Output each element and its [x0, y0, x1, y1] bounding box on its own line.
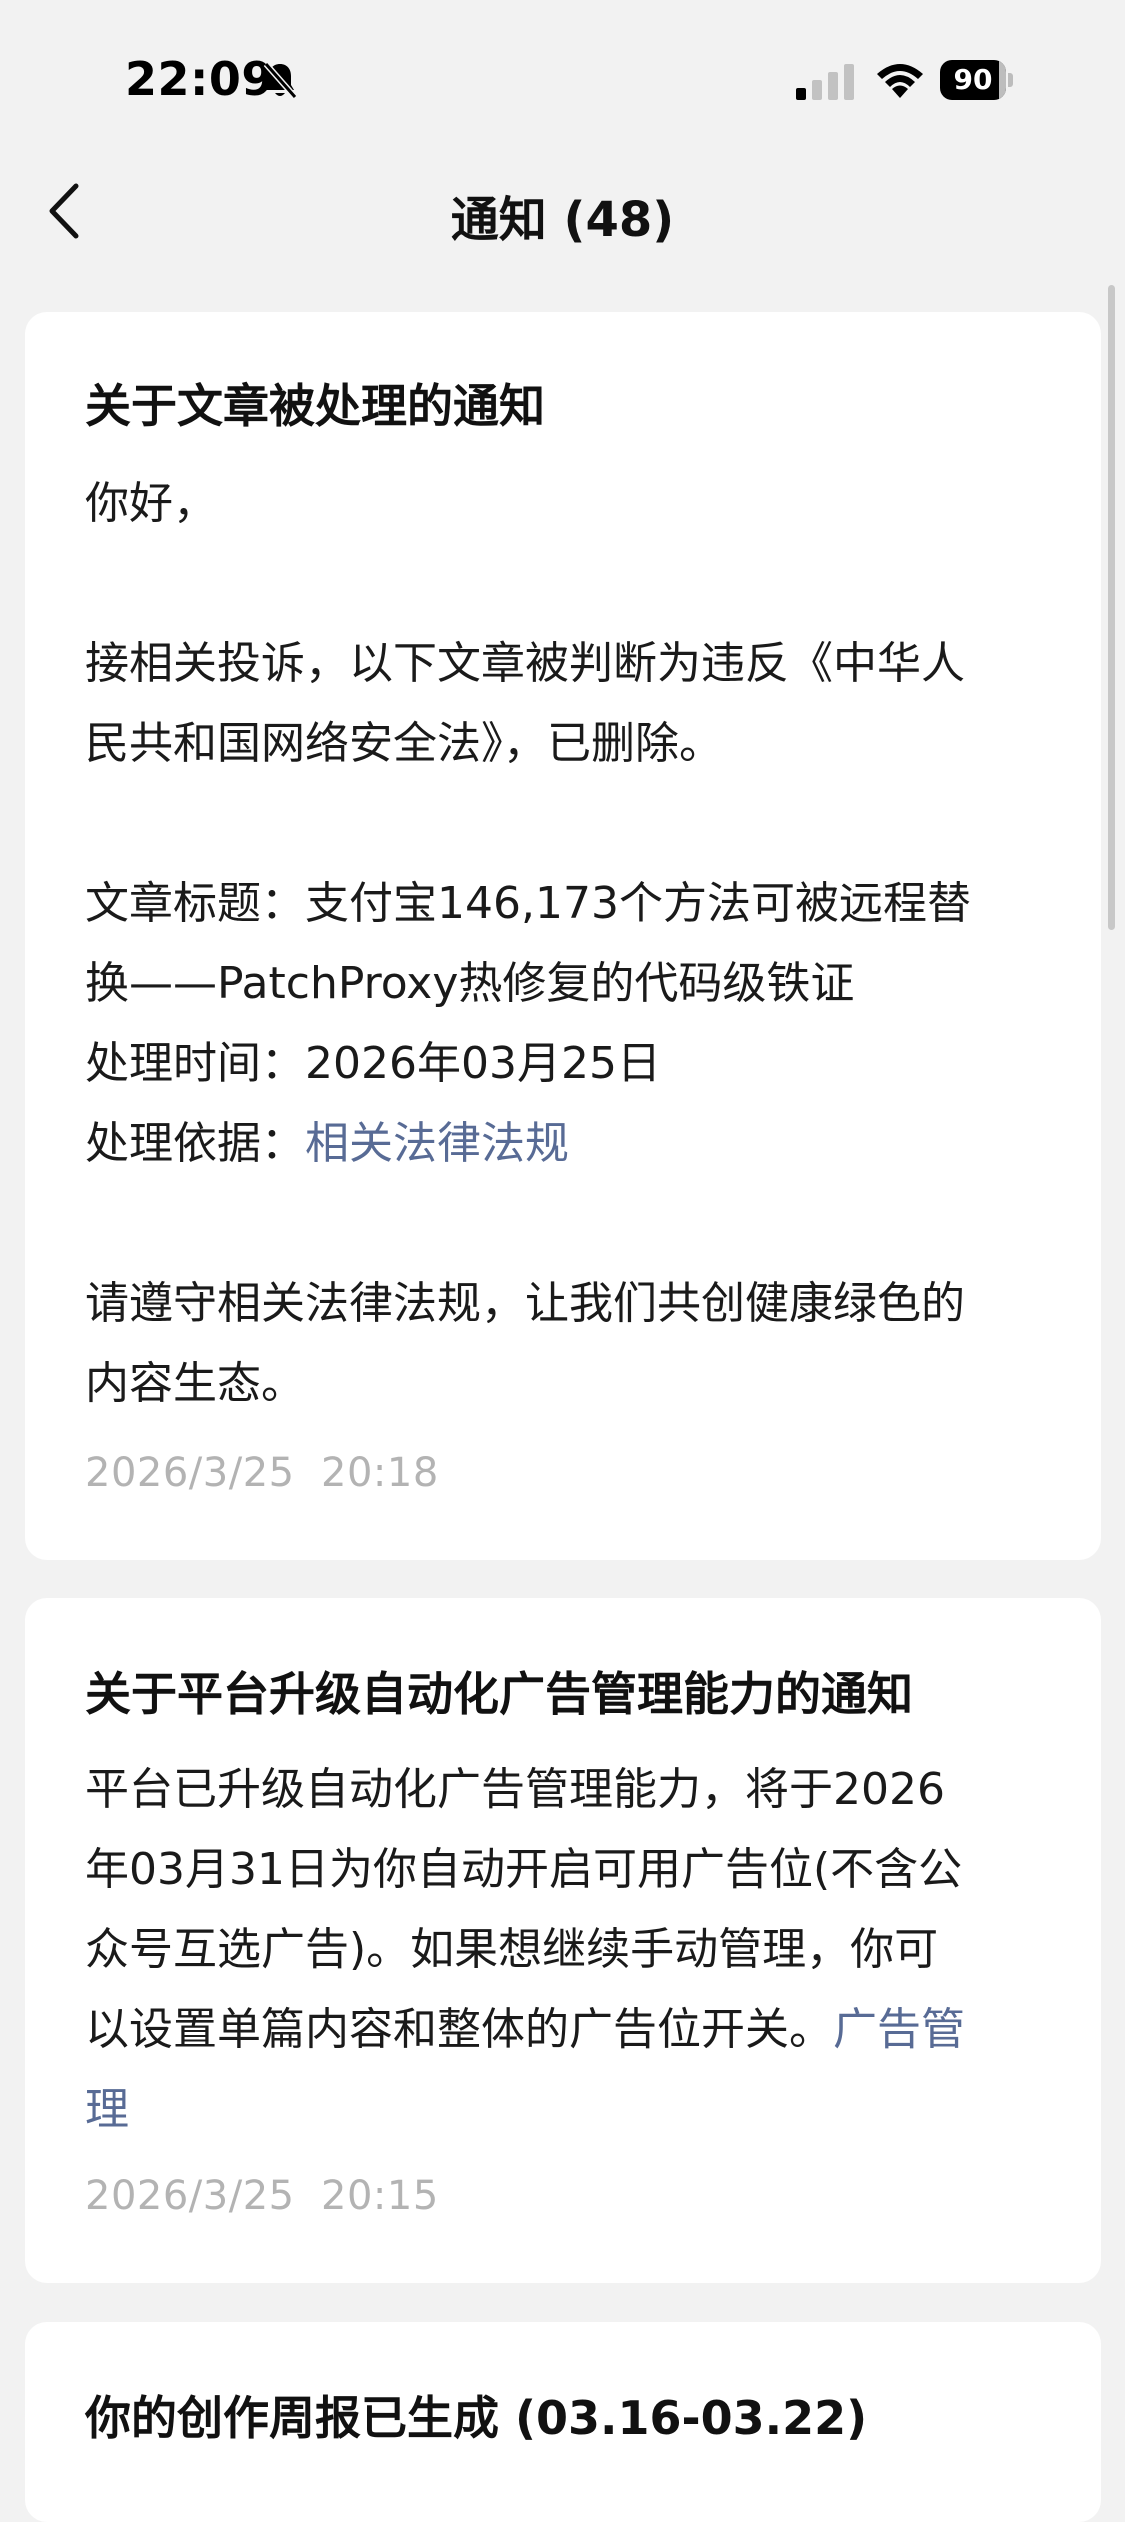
notice-text-line: 接相关投诉，以下文章被判断为违反《中华人	[85, 638, 965, 689]
notice-closing-line: 请遵守相关法律法规，让我们共创健康绿色的	[85, 1278, 965, 1329]
processing-basis-row: 处理依据：相关法律法规	[85, 1104, 1070, 1184]
processing-time-row: 处理时间：2026年03月25日	[85, 1024, 1070, 1104]
article-title-row: 文章标题：支付宝146,173个方法可被远程替	[85, 864, 1070, 944]
article-title-value: 支付宝146,173个方法可被远程替	[305, 878, 971, 929]
notice-timestamp: 2026/3/25 20:18	[85, 1450, 439, 1496]
wifi-icon	[877, 64, 923, 98]
laws-regulations-link[interactable]: 相关法律法规	[305, 1118, 569, 1169]
processing-basis-label: 处理依据：	[85, 1118, 305, 1169]
article-title-label: 文章标题：	[85, 878, 305, 929]
status-time: 22:09	[125, 52, 274, 106]
notice-timestamp: 2026/3/25 20:15	[85, 2173, 439, 2219]
ad-management-link[interactable]: 广告管	[833, 2004, 965, 2055]
processing-time-value: 2026年03月25日	[305, 1038, 661, 1089]
article-title-continued: 换——PatchProxy热修复的代码级铁证	[85, 958, 855, 1009]
notice-card-weekly-report[interactable]: 你的创作周报已生成 (03.16-03.22)	[25, 2322, 1101, 2522]
notice-text: 以设置单篇内容和整体的广告位开关。	[85, 2004, 833, 2055]
notice-text-line: 年03月31日为你自动开启可用广告位(不含公	[85, 1844, 963, 1895]
nav-bar: 通知 (48)	[0, 150, 1125, 275]
page-title: 通知 (48)	[450, 192, 675, 248]
notice-card-article-removed[interactable]: 关于文章被处理的通知 你好， 接相关投诉，以下文章被判断为违反《中华人 民共和国…	[25, 312, 1101, 1560]
notice-greeting: 你好，	[85, 478, 217, 529]
cellular-signal-icon	[796, 64, 854, 100]
battery-percentage: 90	[953, 63, 993, 96]
notice-closing-line: 内容生态。	[85, 1358, 305, 1409]
ad-management-link-continued: 理	[85, 2070, 1070, 2150]
notice-text-line: 众号互选广告)。如果想继续手动管理，你可	[85, 1924, 939, 1975]
scrollbar[interactable]	[1108, 285, 1115, 930]
bell-slash-icon	[263, 62, 298, 99]
battery-body: 90	[940, 60, 1006, 100]
notice-body: 你好， 接相关投诉，以下文章被判断为违反《中华人 民共和国网络安全法》，已删除。…	[85, 464, 1070, 1424]
notice-title: 关于文章被处理的通知	[85, 379, 545, 433]
status-bar: 22:09 90	[0, 0, 1125, 150]
battery-cap	[1008, 73, 1013, 87]
ad-management-link-end[interactable]: 理	[85, 2084, 129, 2135]
notice-text-line: 民共和国网络安全法》，已删除。	[85, 718, 723, 769]
notice-text-line: 以设置单篇内容和整体的广告位开关。广告管	[85, 1990, 1070, 2070]
notice-card-ad-management[interactable]: 关于平台升级自动化广告管理能力的通知 平台已升级自动化广告管理能力，将于2026…	[25, 1598, 1101, 2283]
processing-time-label: 处理时间：	[85, 1038, 305, 1089]
battery-icon: 90	[940, 60, 1014, 100]
notice-text-line: 平台已升级自动化广告管理能力，将于2026	[85, 1764, 945, 1815]
notice-body: 平台已升级自动化广告管理能力，将于2026 年03月31日为你自动开启可用广告位…	[85, 1750, 1070, 2150]
notice-title: 关于平台升级自动化广告管理能力的通知	[85, 1667, 913, 1721]
notice-title: 你的创作周报已生成 (03.16-03.22)	[85, 2391, 868, 2445]
